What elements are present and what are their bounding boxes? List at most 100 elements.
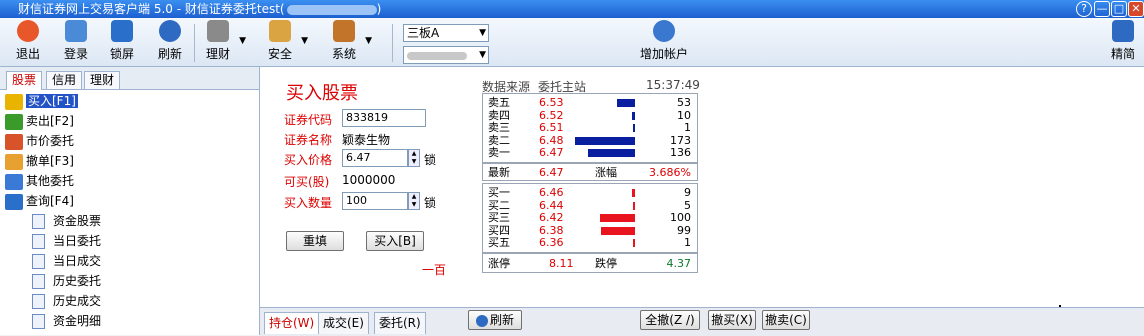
buy-price[interactable]: 6.36 (539, 237, 564, 249)
tree-item-market-order[interactable]: 市价委托 (5, 131, 74, 151)
document-icon (32, 274, 45, 289)
tree-subitem-history-trades[interactable]: 历史成交 (32, 291, 101, 311)
help-button[interactable]: ? (1076, 1, 1092, 17)
document-icon (32, 234, 45, 249)
cancel-all-button[interactable]: 全撤(Z /) (640, 310, 700, 330)
tab-finance[interactable]: 理财 (84, 71, 121, 89)
tree-subitem-label: 当日成交 (53, 254, 102, 268)
cancel-buy-button[interactable]: 撤买(X) (708, 310, 756, 330)
tree-subitem-fund-details[interactable]: 资金明细 (32, 311, 101, 331)
tree-subitem-funds-stocks[interactable]: 资金股票 (32, 211, 101, 231)
tree-subitem-label: 资金股票 (53, 214, 102, 228)
buy-row[interactable]: 买四 6.38 99 (483, 223, 697, 237)
sell-row[interactable]: 卖三 6.51 1 (483, 122, 697, 134)
document-icon (32, 294, 45, 309)
add-user-icon (653, 20, 675, 42)
buy-price-input[interactable]: 6.47 (342, 149, 408, 167)
title-bar: 财信证券网上交易客户端 5.0 - 财信证券委托test() ? — □ ✕ (0, 0, 1144, 18)
unit-hint: 一百 (422, 263, 447, 277)
sell-row[interactable]: 卖五 6.53 53 (483, 97, 697, 109)
reset-button[interactable]: 重填 (286, 231, 344, 251)
login-button[interactable]: 登录 (58, 20, 94, 64)
buy-row[interactable]: 买二 6.44 5 (483, 198, 697, 212)
document-icon (32, 254, 45, 269)
buy-row[interactable]: 买三 6.42 100 (483, 212, 697, 224)
buy-volume-bar (601, 226, 635, 235)
quantity-lock-button[interactable]: 锁 (424, 194, 436, 211)
price-lock-button[interactable]: 锁 (424, 151, 436, 168)
security-menu-button[interactable]: 安全 ▼ (262, 20, 308, 64)
buy-volume: 5 (684, 198, 691, 212)
tree-subitem-history-orders[interactable]: 历史委托 (32, 271, 101, 291)
lock-screen-label: 锁屏 (109, 47, 134, 61)
name-label: 证券名称 (284, 133, 333, 147)
sell-row[interactable]: 卖四 6.52 10 (483, 109, 697, 122)
refresh-button[interactable]: 刷新 (152, 20, 188, 64)
sell-price[interactable]: 6.47 (539, 147, 564, 159)
tree-item-cancel-order[interactable]: 撤单[F3] (5, 151, 74, 171)
cancel-order-icon (5, 153, 23, 170)
sell-price[interactable]: 6.51 (539, 122, 564, 134)
refresh-list-button[interactable]: 刷新 (468, 310, 522, 330)
price-stepper[interactable]: ▲ ▼ (408, 149, 420, 167)
tree-subitem-label: 当日委托 (53, 234, 102, 248)
exit-icon (17, 20, 39, 42)
login-label: 登录 (63, 47, 88, 61)
refresh-icon (475, 314, 488, 327)
change-label: 涨幅 (595, 166, 617, 179)
buy-level-label: 买四 (488, 223, 510, 237)
buy-quantity-input[interactable]: 100 (342, 192, 408, 210)
masked-account (286, 4, 377, 15)
tab-credit[interactable]: 信用 (46, 71, 83, 89)
sell-row[interactable]: 卖二 6.48 173 (483, 133, 697, 147)
tab-stock[interactable]: 股票 (6, 71, 43, 90)
buy-price[interactable]: 6.46 (539, 187, 564, 199)
tools-icon (333, 20, 355, 42)
system-label: 系统 (331, 47, 356, 61)
account-select[interactable]: ▼ (403, 46, 489, 64)
buy-price[interactable]: 6.42 (539, 212, 564, 224)
system-menu-button[interactable]: 系统 ▼ (326, 20, 372, 64)
sell-price[interactable]: 6.53 (539, 97, 564, 109)
tree-subitem-today-trades[interactable]: 当日成交 (32, 251, 101, 271)
tab-orders[interactable]: 委托(R) (374, 312, 426, 334)
sell-level-label: 卖二 (488, 133, 510, 147)
cancel-sell-button[interactable]: 撤卖(C) (762, 310, 810, 330)
buy-button[interactable]: 买入[B] (366, 231, 424, 251)
sell-price[interactable]: 6.52 (539, 109, 564, 122)
buy-level-label: 买五 (488, 236, 510, 249)
tree-item-other-order[interactable]: 其他委托 (5, 171, 74, 191)
security-code-input[interactable]: 833819 (342, 109, 426, 127)
sell-level-label: 卖三 (488, 121, 510, 134)
tree-item-sell[interactable]: 卖出[F2] (5, 111, 74, 131)
add-account-button[interactable]: 增加帐户 (636, 20, 692, 64)
sell-price[interactable]: 6.48 (539, 134, 564, 147)
tab-trades[interactable]: 成交(E) (318, 312, 369, 334)
lock-screen-button[interactable]: 锁屏 (104, 20, 140, 64)
tree-item-query[interactable]: 查询[F4] (5, 191, 74, 211)
sell-row[interactable]: 卖一 6.47 136 (483, 147, 697, 159)
buy-row[interactable]: 买一 6.46 9 (483, 187, 697, 199)
minimize-button[interactable]: — (1094, 1, 1110, 17)
tree-item-label: 卖出[F2] (26, 114, 74, 128)
tree-item-buy[interactable]: 买入[F1] (5, 91, 78, 111)
limit-down-label: 跌停 (595, 257, 617, 270)
tab-holdings[interactable]: 持仓(W) (264, 312, 320, 334)
masked-account-number (407, 51, 467, 60)
buy-row[interactable]: 买五 6.36 1 (483, 237, 697, 249)
close-button[interactable]: ✕ (1128, 1, 1144, 17)
sell-icon (5, 113, 23, 130)
tree-subitem-label: 历史委托 (53, 274, 102, 288)
buy-volume-bar (600, 214, 635, 222)
window-title: 财信证券网上交易客户端 5.0 - 财信证券委托test() (18, 2, 382, 16)
finance-menu-button[interactable]: 理财 ▼ (200, 20, 246, 64)
tree-subitem-today-orders[interactable]: 当日委托 (32, 231, 101, 251)
exit-button[interactable]: 退出 (10, 20, 46, 64)
quantity-stepper[interactable]: ▲ ▼ (408, 192, 420, 210)
buy-price[interactable]: 6.44 (539, 199, 564, 212)
buy-price[interactable]: 6.38 (539, 224, 564, 237)
compact-button[interactable]: 精简 (1106, 20, 1140, 64)
exit-label: 退出 (15, 47, 40, 61)
market-select[interactable]: 三板A ▼ (403, 24, 489, 42)
maximize-button[interactable]: □ (1111, 1, 1127, 17)
